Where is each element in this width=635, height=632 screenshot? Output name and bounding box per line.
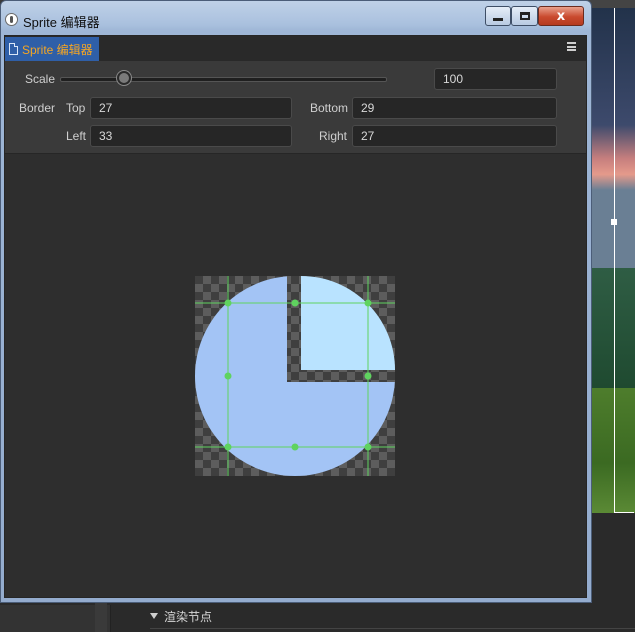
right-label: Right bbox=[319, 129, 348, 143]
render-node-label: 渲染节点 bbox=[164, 609, 213, 624]
expand-triangle-icon bbox=[150, 613, 158, 619]
close-button[interactable]: x bbox=[538, 6, 584, 26]
sprite-preview bbox=[195, 276, 395, 476]
slice-handle-middle-right[interactable] bbox=[364, 372, 372, 380]
slice-handle-bottom-left[interactable] bbox=[224, 443, 232, 451]
scene-selection-frame bbox=[614, 8, 634, 513]
scene-view-preview bbox=[592, 8, 635, 513]
window-titlebar[interactable]: Sprite 编辑器 x bbox=[1, 1, 591, 31]
hamburger-menu-icon[interactable] bbox=[567, 42, 576, 51]
slice-handle-bottom-center[interactable] bbox=[291, 443, 299, 451]
border-label: Border bbox=[19, 101, 56, 115]
scale-slider-handle[interactable] bbox=[117, 71, 131, 85]
minimize-icon bbox=[493, 17, 503, 21]
inspector-scrollbar[interactable] bbox=[95, 603, 107, 632]
slice-handle-bottom-right[interactable] bbox=[364, 443, 372, 451]
sprite-gap-horizontal bbox=[287, 372, 395, 382]
sprite-editor-window: Sprite 编辑器 x Sprite 编辑器 Scale 100 Border bbox=[0, 0, 592, 603]
tab-label: Sprite 编辑器 bbox=[22, 42, 93, 57]
window-client-area: Sprite 编辑器 Scale 100 Border Top 27 Botto… bbox=[4, 35, 587, 598]
bottom-label: Bottom bbox=[310, 101, 349, 115]
slice-handle-top-left[interactable] bbox=[224, 299, 232, 307]
scale-label: Scale bbox=[25, 72, 56, 86]
scale-slider-track[interactable] bbox=[60, 77, 387, 82]
left-input[interactable]: 33 bbox=[90, 125, 292, 147]
properties-panel: Scale 100 Border Top 27 Bottom 29 Left 3… bbox=[5, 61, 586, 154]
maximize-icon bbox=[519, 12, 530, 20]
slice-handle-top-center[interactable] bbox=[291, 299, 299, 307]
right-input[interactable]: 27 bbox=[352, 125, 557, 147]
document-icon bbox=[9, 43, 18, 55]
close-icon: x bbox=[556, 8, 566, 24]
minimize-button[interactable] bbox=[485, 6, 511, 26]
sprite-preview-canvas bbox=[5, 154, 586, 597]
section-divider bbox=[150, 628, 635, 629]
bottom-input[interactable]: 29 bbox=[352, 97, 557, 119]
sprite-gap-vertical bbox=[287, 276, 295, 382]
maximize-button[interactable] bbox=[511, 6, 538, 26]
slice-handle-middle-left[interactable] bbox=[224, 372, 232, 380]
slice-handle-top-right[interactable] bbox=[364, 299, 372, 307]
scene-resize-handle[interactable] bbox=[611, 219, 617, 225]
render-node-section[interactable]: 渲染节点 bbox=[150, 605, 212, 627]
tab-sprite-editor[interactable]: Sprite 编辑器 bbox=[5, 37, 99, 61]
top-label: Top bbox=[66, 101, 86, 115]
app-icon bbox=[5, 13, 18, 26]
window-title: Sprite 编辑器 bbox=[23, 15, 100, 30]
left-label: Left bbox=[66, 129, 87, 143]
top-input[interactable]: 27 bbox=[90, 97, 292, 119]
panel-tab-bar: Sprite 编辑器 bbox=[5, 36, 586, 61]
scale-input[interactable]: 100 bbox=[434, 68, 557, 90]
